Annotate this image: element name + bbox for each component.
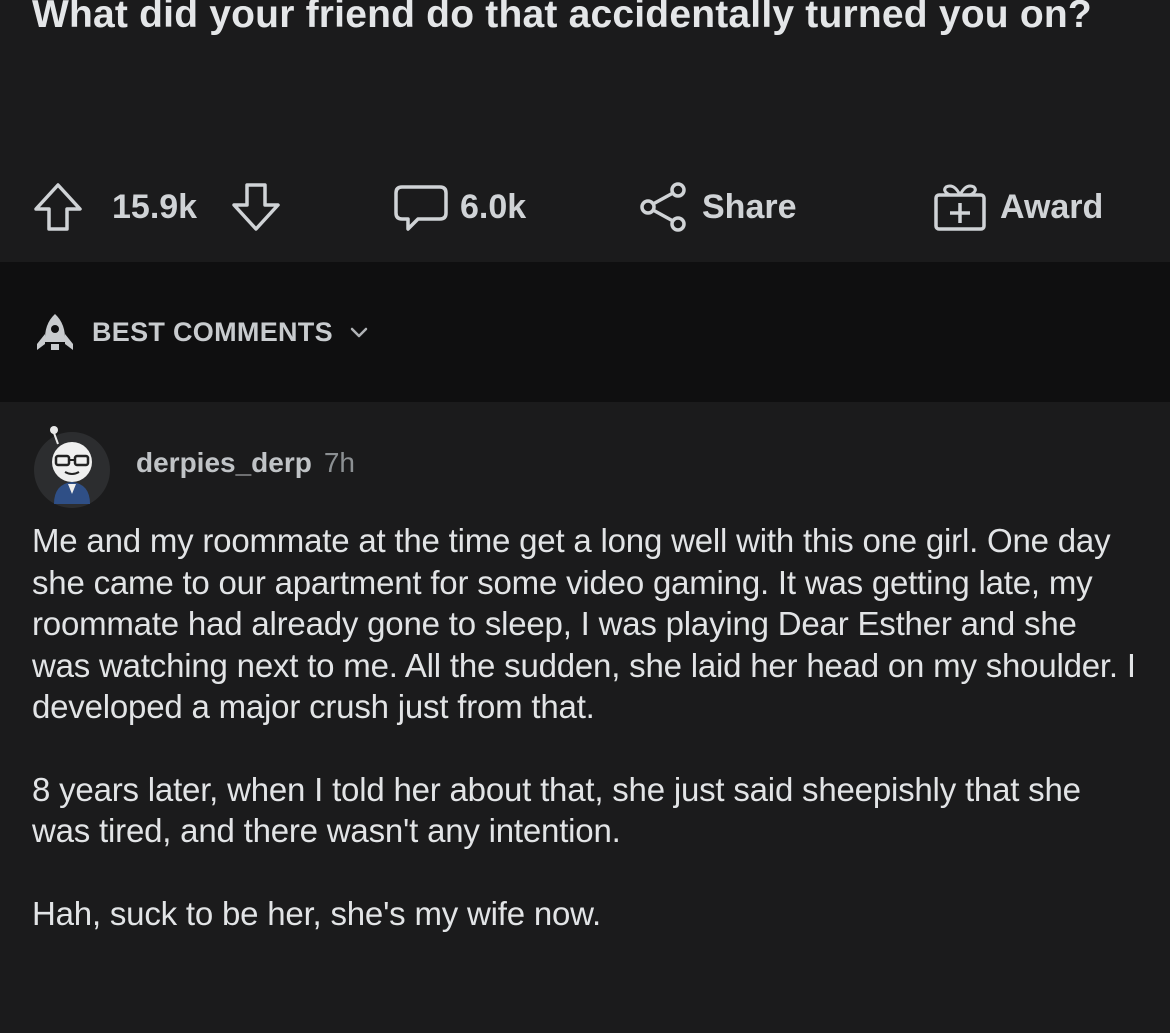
share-icon bbox=[640, 182, 686, 232]
comment-count: 6.0k bbox=[460, 187, 527, 226]
vote-count-wrap: 15.9k bbox=[112, 172, 197, 242]
upvote-button[interactable] bbox=[30, 172, 86, 242]
rocket-icon bbox=[37, 314, 73, 350]
comment-meta: derpies_derp 7h bbox=[136, 447, 355, 479]
share-label: Share bbox=[702, 187, 797, 226]
avatar[interactable] bbox=[32, 424, 112, 508]
share-button[interactable]: Share bbox=[636, 172, 797, 242]
gift-icon bbox=[934, 184, 986, 231]
chevron-down-icon bbox=[350, 327, 368, 338]
vote-count: 15.9k bbox=[112, 187, 198, 226]
downvote-button[interactable] bbox=[228, 172, 284, 242]
comment-body: Me and my roommate at the time get a lon… bbox=[32, 520, 1142, 934]
comment-paragraph: 8 years later, when I told her about tha… bbox=[32, 770, 1081, 850]
comment-sort-bar: BEST COMMENTS bbox=[0, 262, 1170, 402]
comment: derpies_derp 7h Me and my roommate at th… bbox=[0, 402, 1170, 1033]
award-label: Award bbox=[1000, 187, 1104, 226]
sort-label: BEST COMMENTS bbox=[92, 316, 333, 347]
comment-paragraph: Me and my roommate at the time get a lon… bbox=[32, 522, 1136, 725]
arrow-up-icon bbox=[34, 183, 82, 231]
comments-button[interactable]: 6.0k bbox=[392, 172, 526, 242]
comment-bubble-icon bbox=[394, 185, 448, 231]
arrow-down-icon bbox=[232, 183, 280, 231]
comment-username[interactable]: derpies_derp bbox=[136, 447, 312, 479]
award-button[interactable]: Award bbox=[930, 172, 1103, 242]
post-title: What did your friend do that accidentall… bbox=[32, 0, 1092, 36]
comment-timestamp: 7h bbox=[323, 447, 356, 478]
comment-paragraph: Hah, suck to be her, she's my wife now. bbox=[32, 894, 601, 932]
post-action-bar: 15.9k 6.0k Share Award bbox=[0, 172, 1170, 242]
post-header: What did your friend do that accidentall… bbox=[0, 0, 1170, 262]
sort-dropdown[interactable]: BEST COMMENTS bbox=[32, 310, 369, 354]
